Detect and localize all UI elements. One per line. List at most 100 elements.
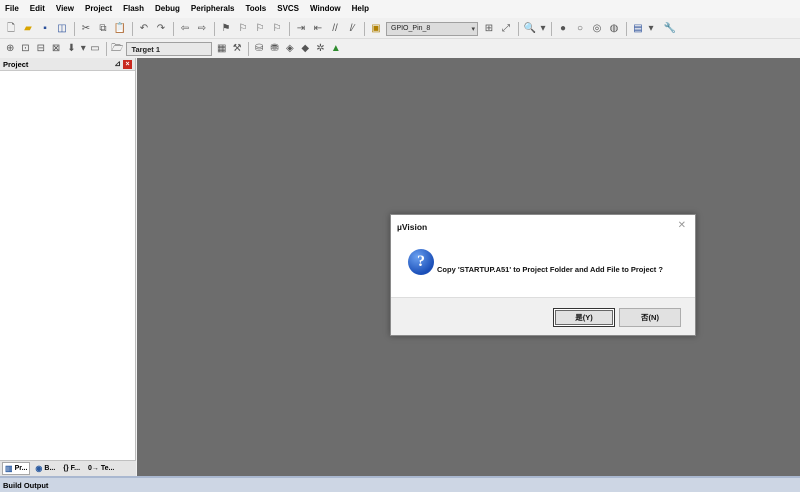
toolbar-separator (173, 21, 174, 36)
close-icon[interactable]: × (123, 60, 132, 69)
save-icon[interactable]: ▪ (38, 22, 52, 36)
project-panel-tabs: ▥ Pr... ◉ B... {} F... 0→ Te... (0, 460, 136, 476)
translate-icon[interactable]: ⊕ (4, 42, 16, 56)
toolbar-separator (518, 21, 519, 36)
menu-tools[interactable]: Tools (245, 0, 266, 18)
run-time-env-icon[interactable]: ✲ (314, 42, 326, 56)
save-all-icon[interactable]: ◫ (55, 22, 69, 36)
menu-bar: File Edit View Project Flash Debug Perip… (0, 0, 800, 18)
project-panel-header: Project ⊿ × (0, 58, 135, 71)
project-tab-icon: ▥ (5, 464, 13, 473)
file-toolbar: 🗋 ▰ ▪ ◫ ✂ ⧉ 📋 ↶ ↷ ⇦ ⇨ ⚑ ⚐ ⚐ ⚐ ⇥ ⇤ // /∕ … (0, 19, 800, 39)
redo-icon[interactable]: ↷ (154, 22, 168, 36)
unindent-icon[interactable]: ⇤ (311, 22, 325, 36)
nav-forward-icon[interactable]: ⇨ (195, 22, 209, 36)
project-panel: Project ⊿ × ▥ Pr... ◉ B... {} F... 0→ Te… (0, 58, 136, 476)
debug-session-icon[interactable]: 🔍 (523, 22, 537, 36)
bookmark-clear-icon[interactable]: ⚐ (270, 22, 284, 36)
view-window-icon[interactable]: ▤ (631, 22, 645, 36)
toolbar-separator (106, 42, 108, 56)
menu-debug[interactable]: Debug (155, 0, 180, 18)
target-options-icon[interactable]: ▦ (216, 42, 228, 56)
toolbar-separator (626, 21, 627, 36)
comment-icon[interactable]: // (328, 22, 342, 36)
breakpoint-icon[interactable]: ● (556, 22, 570, 36)
menu-view[interactable]: View (56, 0, 74, 18)
find-icon[interactable]: ⊞ (482, 22, 496, 36)
yes-button[interactable]: 是(Y) (553, 308, 615, 327)
find-combo-value: GPIO_Pin_8 (391, 25, 431, 32)
undo-icon[interactable]: ↶ (137, 22, 151, 36)
menu-svcs[interactable]: SVCS (277, 0, 299, 18)
bookmark-icon[interactable]: ⚑ (219, 22, 233, 36)
books-tab-icon: ◉ (35, 464, 43, 473)
tab-books[interactable]: ◉ B... (32, 462, 58, 475)
batch-build-icon[interactable]: ⊠ (50, 42, 62, 56)
tab-functions-label: {} F... (63, 465, 81, 472)
toolbar-separator (248, 42, 250, 56)
chevron-down-icon[interactable]: ▾ (81, 42, 86, 56)
kill-breakpoints-icon[interactable]: ◍ (607, 22, 621, 36)
target-select-value: Target 1 (131, 44, 161, 54)
toolbar-separator (74, 21, 75, 36)
select-packs-icon[interactable]: ◈ (284, 42, 296, 56)
target-select[interactable]: Target 1 (126, 42, 212, 56)
cut-icon[interactable]: ✂ (79, 22, 93, 36)
configure-icon[interactable]: 🔧 (663, 22, 677, 36)
tab-templates-label: 0→ Te... (88, 465, 115, 472)
stop-build-icon[interactable]: ▭ (89, 42, 101, 56)
toolbar-separator (551, 21, 552, 36)
manage-components-icon[interactable]: ⛁ (253, 42, 265, 56)
copy-icon[interactable]: ⧉ (96, 22, 110, 36)
find-replace-icon[interactable]: ⤢ (499, 22, 513, 36)
rebuild-icon[interactable]: ⊟ (35, 42, 47, 56)
target-wand-icon[interactable]: ⚒ (231, 42, 243, 56)
menu-project[interactable]: Project (85, 0, 112, 18)
new-file-icon[interactable]: 🗋 (4, 22, 18, 36)
menu-help[interactable]: Help (352, 0, 369, 18)
menu-peripherals[interactable]: Peripherals (191, 0, 235, 18)
nav-back-icon[interactable]: ⇦ (178, 22, 192, 36)
load-icon[interactable]: 🗁 (111, 42, 123, 56)
find-combo[interactable]: GPIO_Pin_8 ▾ (386, 21, 478, 36)
question-icon: ? (408, 249, 434, 275)
toolbar-separator (132, 21, 133, 36)
project-panel-title: Project (3, 59, 29, 69)
tab-functions[interactable]: {} F... (60, 462, 83, 475)
bookmark-next-icon[interactable]: ⚐ (253, 22, 267, 36)
open-folder-icon[interactable]: ▰ (21, 22, 35, 36)
paste-icon[interactable]: 📋 (113, 22, 127, 36)
no-button[interactable]: 否(N) (619, 308, 681, 327)
chevron-down-icon[interactable]: ▾ (540, 22, 546, 36)
dialog-title: µVision (397, 222, 428, 232)
chevron-down-icon: ▾ (471, 25, 475, 33)
file-extensions-icon[interactable]: ⛃ (268, 42, 280, 56)
find-in-files-icon[interactable]: ▣ (369, 22, 383, 36)
disable-breakpoint-icon[interactable]: ○ (573, 22, 587, 36)
tab-project-label: Pr... (14, 465, 28, 472)
tab-templates[interactable]: 0→ Te... (85, 462, 117, 475)
confirm-dialog: µVision ✕ ? Copy 'STARTUP.A51' to Projec… (390, 214, 696, 336)
dialog-footer: 是(Y) 否(N) (391, 297, 695, 335)
close-icon[interactable]: ✕ (678, 220, 686, 231)
toolbar-separator (364, 21, 365, 36)
toolbar-separator (289, 21, 290, 36)
build-icon[interactable]: ⊡ (19, 42, 31, 56)
build-toolbar: ⊕ ⊡ ⊟ ⊠ ⬇ ▾ ▭ 🗁 Target 1 ▦ ⚒ ⛁ ⛃ ◈ ◆ ✲ ▲ (0, 39, 345, 59)
tab-project[interactable]: ▥ Pr... (2, 462, 31, 475)
menu-file[interactable]: File (5, 0, 19, 18)
download-icon[interactable]: ⬇ (65, 42, 77, 56)
green-pack-icon[interactable]: ▲ (330, 42, 342, 56)
bookmark-prev-icon[interactable]: ⚐ (236, 22, 250, 36)
pin-icon[interactable]: ⊿ (114, 59, 121, 68)
menu-flash[interactable]: Flash (123, 0, 144, 18)
uncomment-icon[interactable]: /∕ (345, 22, 359, 36)
pack-installer-icon[interactable]: ◆ (299, 42, 311, 56)
indent-icon[interactable]: ⇥ (294, 22, 308, 36)
disable-all-breakpoints-icon[interactable]: ◎ (590, 22, 604, 36)
tab-books-label: B... (44, 465, 56, 472)
build-output-bar[interactable]: Build Output (0, 476, 800, 492)
menu-window[interactable]: Window (310, 0, 341, 18)
menu-edit[interactable]: Edit (30, 0, 45, 18)
chevron-down-icon[interactable]: ▾ (648, 22, 654, 36)
